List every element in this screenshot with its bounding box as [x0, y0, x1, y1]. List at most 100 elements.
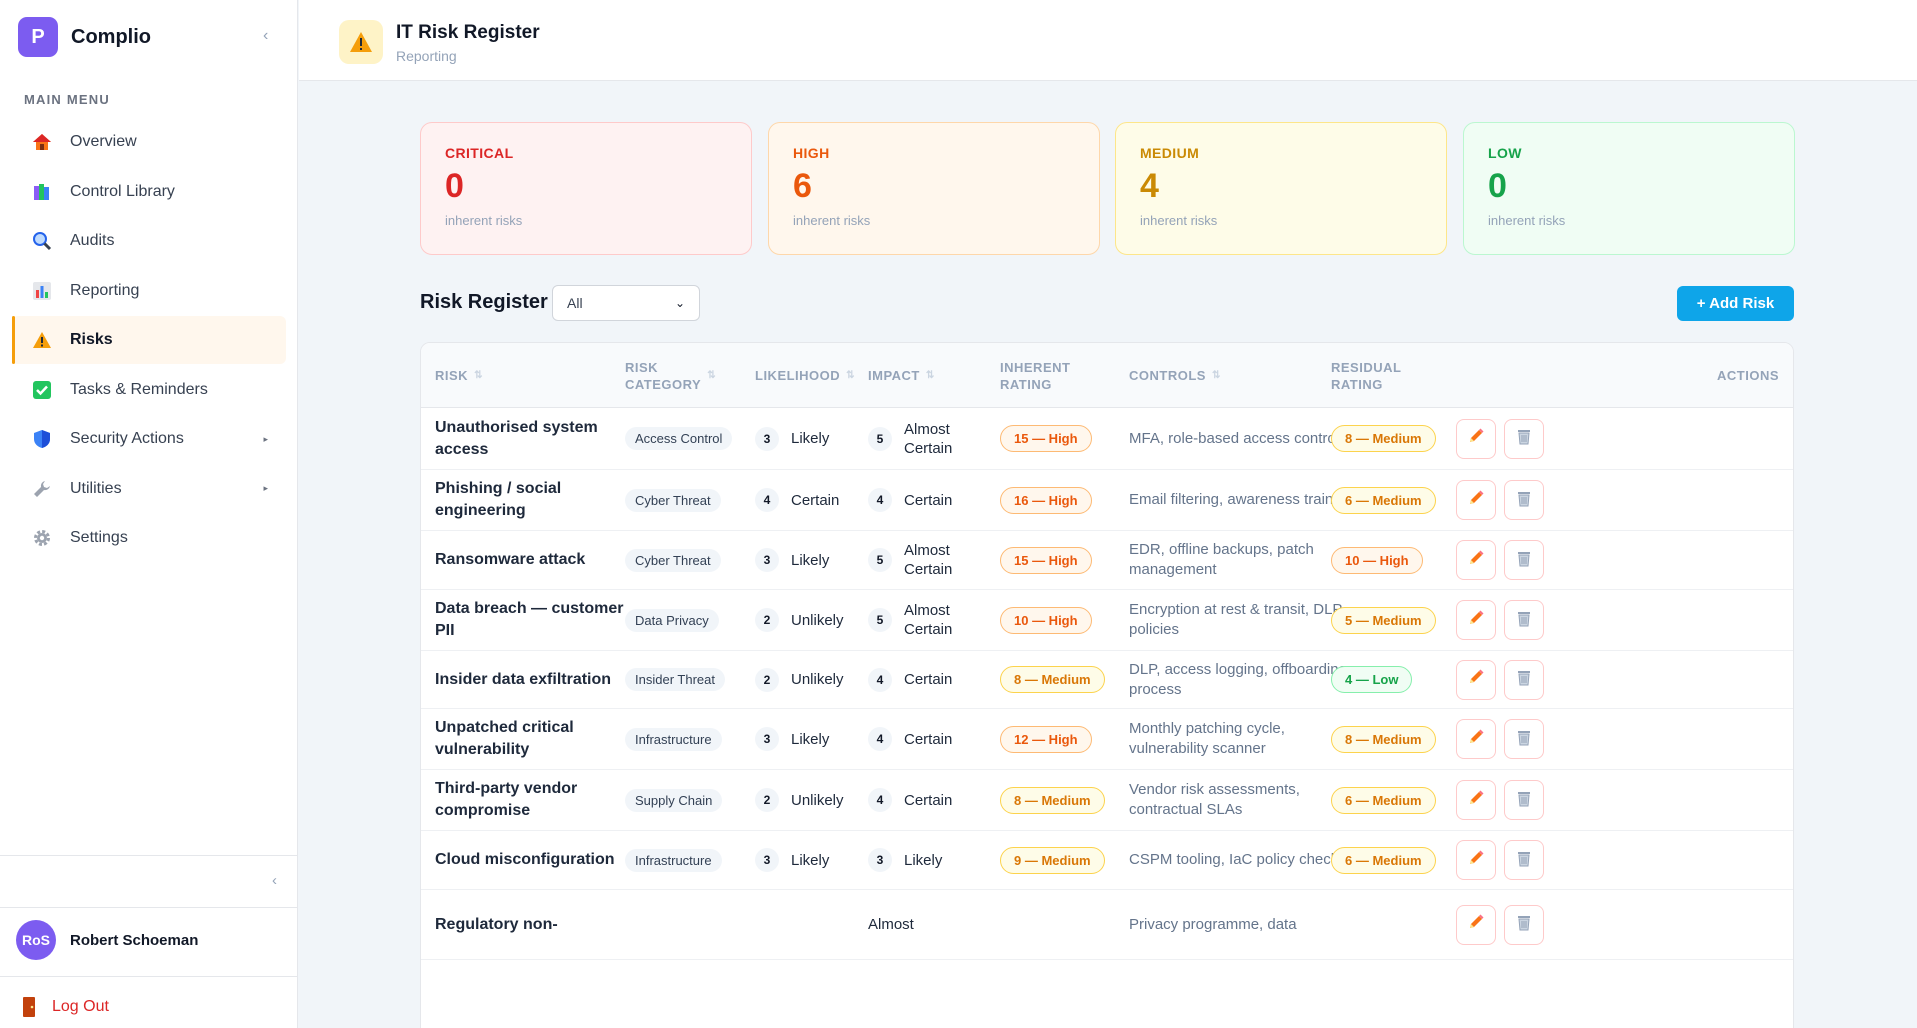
delete-button[interactable]	[1504, 904, 1544, 945]
risk-name[interactable]: Cloud misconfiguration	[435, 849, 635, 871]
edit-button[interactable]	[1456, 540, 1496, 580]
pencil-icon	[1467, 849, 1485, 872]
table-row: Insider data exfiltration Insider Threat 2…	[421, 651, 1793, 709]
inherent-rating-cell: 8 — Medium	[1000, 651, 1105, 708]
risk-cell: Insider data exfiltration	[435, 651, 635, 708]
risk-name[interactable]: Third-party vendor compromise	[435, 778, 635, 822]
sidebar-item-label: Settings	[70, 529, 128, 546]
collapse-sidebar-bottom-icon[interactable]: ‹	[272, 872, 277, 889]
edit-button[interactable]	[1456, 840, 1496, 880]
delete-button[interactable]	[1504, 840, 1544, 880]
delete-button[interactable]	[1504, 719, 1544, 759]
col-category-header[interactable]: RISK CATEGORY ⇅	[625, 343, 716, 408]
inherent-rating-cell: 15 — High	[1000, 408, 1092, 469]
risk-name[interactable]: Insider data exfiltration	[435, 669, 635, 691]
impact-cell: Almost	[868, 890, 938, 959]
impact-label: Certain	[904, 791, 953, 809]
impact-score: 5	[868, 426, 892, 451]
add-risk-button[interactable]: + Add Risk	[1677, 286, 1794, 321]
delete-button[interactable]	[1504, 600, 1544, 640]
stat-label: HIGH	[793, 145, 830, 161]
sort-icon[interactable]: ⇅	[707, 367, 716, 384]
trash-icon	[1515, 427, 1533, 450]
residual-rating-badge: 6 — Medium	[1331, 846, 1436, 874]
risk-name[interactable]: Phishing / social engineering	[435, 478, 635, 522]
edit-button[interactable]	[1456, 780, 1496, 820]
page-header: IT Risk Register Reporting	[299, 0, 1917, 81]
controls-cell: Privacy programme, data	[1129, 890, 1359, 959]
risk-cell: Data breach — customer PII	[435, 590, 635, 650]
impact-label: Certain	[904, 671, 953, 688]
brand[interactable]: P Complio	[18, 16, 151, 58]
edit-button[interactable]	[1456, 719, 1496, 759]
impact-label: Certain	[904, 730, 953, 748]
column-label: ACTIONS	[1717, 368, 1779, 383]
risk-name[interactable]: Unpatched critical vulnerability	[435, 717, 635, 761]
col-impact-header[interactable]: IMPACT ⇅	[868, 343, 935, 408]
residual-rating-badge: 10 — High	[1331, 546, 1423, 574]
col-controls-header[interactable]: CONTROLS ⇅	[1129, 343, 1221, 408]
column-label: CONTROLS	[1129, 368, 1206, 383]
table-row: Third-party vendor compromise Supply Chai…	[421, 770, 1793, 831]
controls-text: Privacy programme, data	[1129, 915, 1297, 933]
collapse-sidebar-icon[interactable]: ‹	[263, 27, 268, 45]
col-risk-header[interactable]: RISK ⇅	[435, 343, 483, 408]
delete-button[interactable]	[1504, 659, 1544, 700]
col-likelihood-header[interactable]: LIKELIHOOD ⇅	[755, 343, 855, 408]
risk-name[interactable]: Data breach — customer PII	[435, 598, 635, 642]
sort-icon[interactable]: ⇅	[1212, 367, 1221, 384]
likelihood-cell: 2 Unlikely	[755, 590, 871, 650]
edit-button[interactable]	[1456, 904, 1496, 945]
likelihood-cell: 2 Unlikely	[755, 651, 871, 708]
edit-button[interactable]	[1456, 659, 1496, 700]
likelihood-label: Likely	[791, 730, 830, 748]
controls-text: MFA, role-based access control	[1129, 429, 1340, 447]
stat-sub: inherent risks	[1488, 213, 1566, 228]
risk-cell: Unauthorised system access	[435, 408, 635, 469]
impact-cell: 4 Certain	[868, 651, 974, 708]
impact-score: 4	[868, 488, 892, 512]
residual-rating-badge: 4 — Low	[1331, 666, 1413, 693]
likelihood-cell: 4 Certain	[755, 470, 871, 530]
sidebar-divider	[0, 855, 297, 856]
sort-icon[interactable]: ⇅	[474, 367, 483, 384]
sidebar-item-security-actions[interactable]: Security Actions ▸	[12, 415, 286, 463]
inherent-rating-cell: 12 — High	[1000, 709, 1092, 769]
controls-text: Encryption at rest & transit, DLP polici…	[1129, 601, 1343, 638]
delete-button[interactable]	[1504, 418, 1544, 459]
impact-label: Almost Certain	[904, 542, 953, 578]
delete-button[interactable]	[1504, 780, 1544, 820]
logout-button[interactable]: Log Out	[22, 996, 109, 1018]
table-row: Cloud misconfiguration Infrastructure 3 Lik…	[421, 831, 1793, 890]
risk-name[interactable]: Ransomware attack	[435, 549, 635, 571]
sidebar-item-control-library[interactable]: Control Library	[12, 168, 286, 216]
sidebar-item-risks[interactable]: Risks	[12, 316, 286, 364]
risk-name[interactable]: Regulatory non-	[435, 914, 635, 936]
edit-button[interactable]	[1456, 480, 1496, 520]
sidebar-item-label: Control Library	[70, 182, 175, 200]
likelihood-cell: 3 Likely	[755, 709, 871, 769]
actions-cell	[1456, 890, 1544, 959]
sidebar: P Complio ‹ MAIN MENU Overview Control Li…	[0, 0, 298, 1028]
category-filter-select[interactable]: All ⌄	[552, 285, 700, 321]
sort-icon[interactable]: ⇅	[926, 367, 935, 384]
sidebar-item-overview[interactable]: Overview	[12, 118, 286, 166]
delete-button[interactable]	[1504, 480, 1544, 520]
likelihood-score: 3	[755, 727, 779, 751]
residual-rating-cell: 6 — Medium	[1331, 831, 1436, 889]
sort-icon[interactable]: ⇅	[846, 367, 855, 384]
likelihood-score: 2	[755, 608, 779, 632]
edit-button[interactable]	[1456, 418, 1496, 459]
brand-name: Complio	[71, 25, 151, 48]
edit-button[interactable]	[1456, 600, 1496, 640]
risk-name[interactable]: Unauthorised system access	[435, 417, 635, 461]
sidebar-item-settings[interactable]: Settings	[12, 514, 286, 562]
column-label: RISK CATEGORY	[625, 359, 702, 392]
sidebar-item-reporting[interactable]: Reporting	[12, 267, 286, 315]
sidebar-item-utilities[interactable]: Utilities ▸	[12, 465, 286, 513]
delete-button[interactable]	[1504, 540, 1544, 580]
sidebar-item-audits[interactable]: Audits	[12, 217, 286, 265]
user-profile[interactable]: RoS Robert Schoeman	[16, 920, 198, 960]
sidebar-item-tasks-reminders[interactable]: Tasks & Reminders	[12, 366, 286, 414]
controls-cell: Monthly patching cycle, vulnerability sc…	[1129, 709, 1359, 769]
